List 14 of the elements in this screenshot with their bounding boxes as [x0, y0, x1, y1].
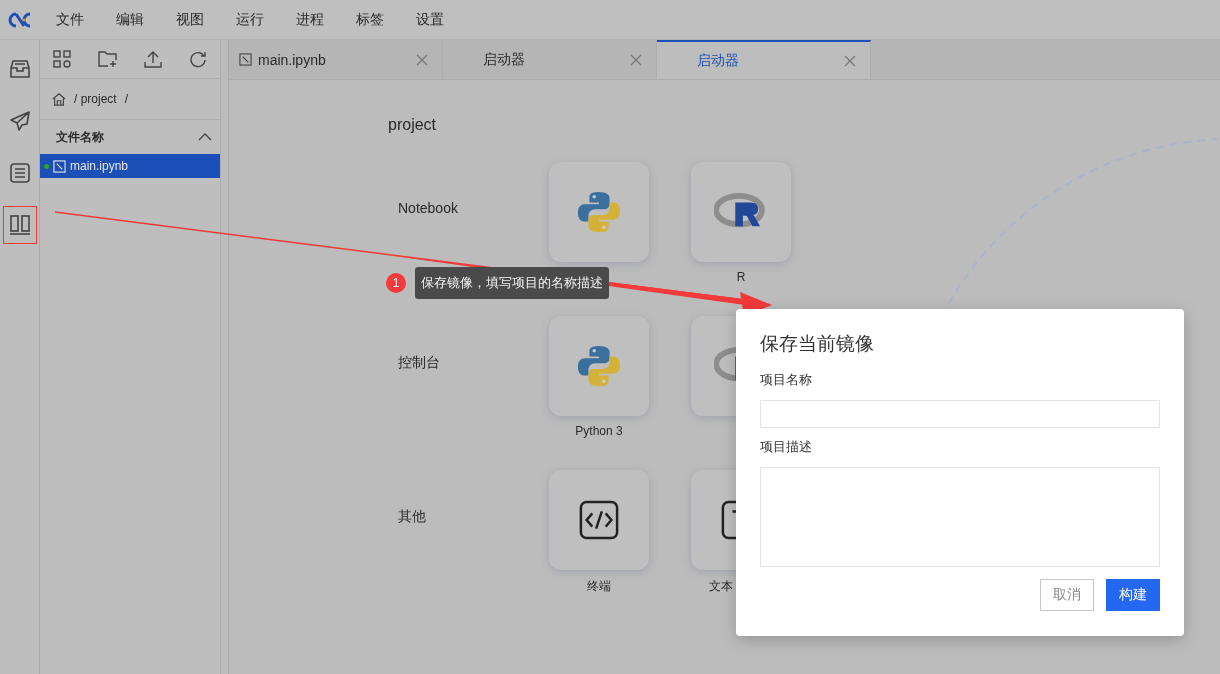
card-label: 终端 — [587, 578, 611, 595]
tooltip: 保存镜像，填写项目的名称描述 — [415, 267, 609, 299]
section-label: 控制台 — [397, 354, 441, 372]
section-label: Notebook — [397, 200, 459, 216]
card-label: 文本 — [709, 578, 733, 595]
dialog-title: 保存当前镜像 — [760, 332, 875, 356]
step-badge: 1 — [386, 273, 406, 293]
card-label: Python 3 — [575, 424, 623, 438]
field-label: 项目名称 — [760, 371, 813, 389]
field-label: 项目描述 — [760, 438, 813, 456]
launcher-title: project — [388, 116, 438, 134]
column-header: 文件名称 — [56, 128, 104, 146]
section-label: 其他 — [397, 508, 427, 526]
card-label: R — [736, 270, 746, 284]
